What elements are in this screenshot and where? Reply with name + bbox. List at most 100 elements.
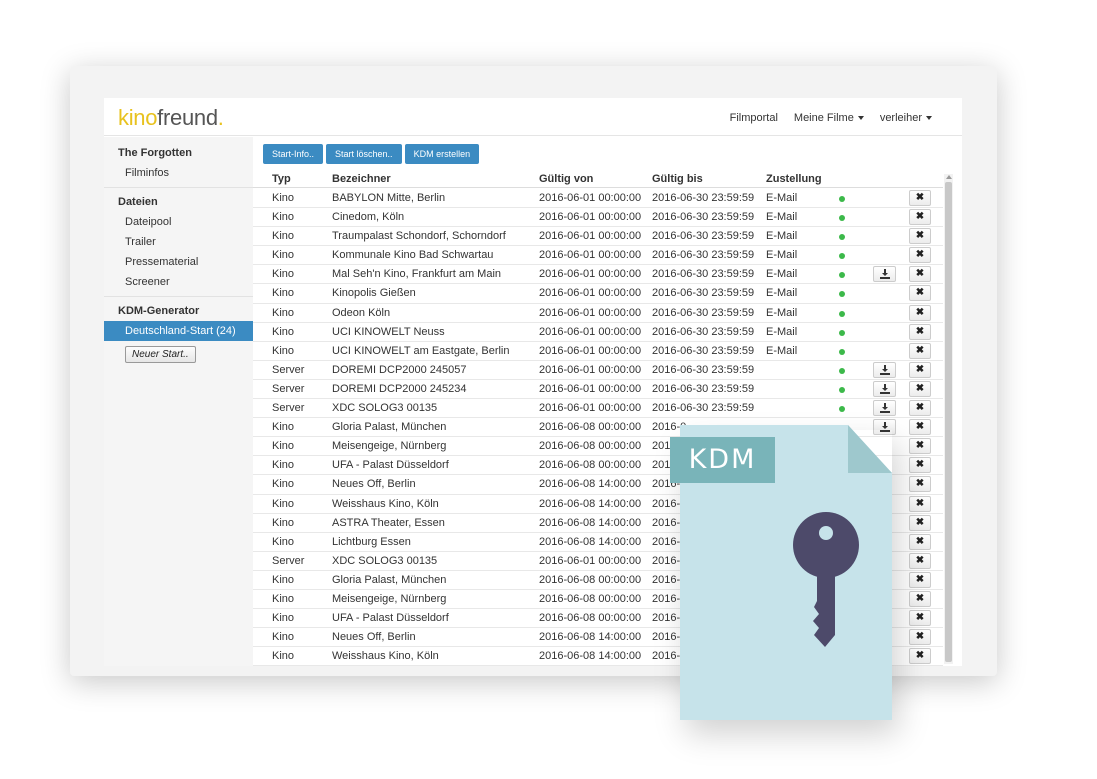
toolbar: Start-Info.. Start löschen.. KDM erstell… [263, 144, 480, 164]
table-row[interactable]: Server DOREMI DCP2000 245234 2016-06-01 00… [253, 380, 943, 400]
delete-button[interactable]: ✖ [909, 247, 931, 264]
cell-bezeichner: Weisshaus Kino, Köln [332, 497, 439, 510]
delete-button[interactable]: ✖ [909, 648, 931, 665]
cell-bezeichner: ASTRA Theater, Essen [332, 516, 445, 529]
table-row[interactable]: Server XDC SOLOG3 00135 2016-06-01 00:00:0… [253, 399, 943, 419]
delete-button[interactable]: ✖ [909, 380, 931, 397]
cell-gueltig-von: 2016-06-01 00:00:00 [539, 344, 642, 357]
nav-filmportal[interactable]: Filmportal [730, 112, 778, 124]
cell-zustellung: E-Mail [766, 344, 798, 357]
table-row[interactable]: Kino Mal Seh'n Kino, Frankfurt am Main 201… [253, 265, 943, 285]
cell-gueltig-bis: 2016-06-30 23:59:59 [652, 249, 755, 262]
cell-gueltig-bis: 2016-06-30 23:59:59 [652, 306, 755, 319]
delete-button[interactable]: ✖ [909, 190, 931, 206]
status-dot-icon [839, 310, 845, 317]
cell-gueltig-bis: 2016-06-30 23:59:59 [652, 325, 755, 338]
status-dot-icon [839, 234, 845, 241]
cell-bezeichner: UCI KINOWELT Neuss [332, 325, 445, 338]
delete-button[interactable]: ✖ [909, 323, 931, 340]
status-dot-icon [839, 406, 845, 413]
kdm-create-button[interactable]: KDM erstellen [404, 144, 480, 164]
sidebar-group-dateien: Dateien [118, 196, 158, 208]
caret-down-icon [926, 116, 932, 121]
header-bezeichner[interactable]: Bezeichner [332, 173, 391, 185]
header-gueltig-bis[interactable]: Gültig bis [652, 173, 703, 185]
sidebar-item-screener[interactable]: Screener [125, 276, 170, 288]
sidebar-item-deutschland-start[interactable]: Deutschland-Start (24) [104, 321, 253, 341]
download-button[interactable] [873, 400, 896, 417]
table-row[interactable]: Kino Kommunale Kino Bad Schwartau 2016-06-… [253, 246, 943, 266]
delete-button[interactable]: ✖ [909, 552, 931, 569]
start-delete-button[interactable]: Start löschen.. [326, 144, 402, 164]
cell-gueltig-von: 2016-06-08 14:00:00 [539, 516, 642, 529]
table-row[interactable]: Kino Cinedom, Köln 2016-06-01 00:00:00 2016… [253, 208, 943, 228]
cell-typ: Kino [272, 573, 295, 586]
delete-button[interactable]: ✖ [909, 266, 931, 283]
cell-bezeichner: Traumpalast Schondorf, Schorndorf [332, 230, 506, 243]
table-row[interactable]: Kino Odeon Köln 2016-06-01 00:00:00 2016-06… [253, 304, 943, 323]
table-row[interactable]: Kino UCI KINOWELT am Eastgate, Berlin 2016… [253, 342, 943, 361]
header-zustellung[interactable]: Zustellung [766, 173, 822, 185]
delete-button[interactable]: ✖ [909, 629, 931, 646]
download-button[interactable] [873, 266, 896, 283]
delete-button[interactable]: ✖ [909, 476, 931, 493]
delete-button[interactable]: ✖ [909, 285, 931, 302]
cell-gueltig-bis: 201 [652, 459, 671, 472]
delete-button[interactable]: ✖ [909, 610, 931, 627]
cell-gueltig-von: 2016-06-01 00:00:00 [539, 363, 642, 376]
nav-verleiher[interactable]: verleiher [880, 112, 932, 124]
sidebar: The Forgotten Filminfos Dateien Dateipoo… [104, 137, 253, 666]
download-button[interactable] [873, 380, 896, 397]
cell-typ: Kino [272, 535, 295, 548]
table-row[interactable]: Kino Traumpalast Schondorf, Schorndorf 201… [253, 227, 943, 247]
new-start-button[interactable]: Neuer Start.. [125, 346, 196, 363]
delete-button[interactable]: ✖ [909, 457, 931, 474]
table-row[interactable]: Server DOREMI DCP2000 245057 2016-06-01 00… [253, 361, 943, 380]
cell-gueltig-bis: 2016-06-30 23:59:59 [652, 402, 755, 415]
table-row[interactable]: Kino UCI KINOWELT Neuss 2016-06-01 00:00:0… [253, 323, 943, 342]
delete-button[interactable]: ✖ [909, 514, 931, 531]
delete-button[interactable]: ✖ [909, 400, 931, 417]
sidebar-film-title[interactable]: The Forgotten [118, 147, 192, 159]
delete-button[interactable]: ✖ [909, 228, 931, 245]
sidebar-item-dateipool[interactable]: Dateipool [125, 216, 171, 228]
delete-button[interactable]: ✖ [909, 590, 931, 607]
scroll-thumb[interactable] [945, 182, 952, 662]
scroll-up-arrow-icon[interactable] [946, 175, 952, 179]
download-button[interactable] [873, 361, 896, 378]
cell-gueltig-von: 2016-06-08 14:00:00 [539, 631, 642, 644]
sidebar-item-pressematerial[interactable]: Pressematerial [125, 256, 198, 268]
delete-button[interactable]: ✖ [909, 304, 931, 321]
cell-gueltig-von: 2016-06-08 14:00:00 [539, 478, 642, 491]
table-row[interactable]: Kino BABYLON Mitte, Berlin 2016-06-01 00:0… [253, 189, 943, 209]
status-dot-icon [839, 291, 845, 298]
cell-bezeichner: DOREMI DCP2000 245057 [332, 363, 467, 376]
logo-freund: freund [157, 105, 218, 130]
table-row[interactable]: Kino Kinopolis Gießen 2016-06-01 00:00:00 2… [253, 284, 943, 304]
sidebar-item-trailer[interactable]: Trailer [125, 236, 156, 248]
cell-typ: Kino [272, 211, 295, 224]
table-scrollbar[interactable] [944, 174, 953, 664]
start-info-button[interactable]: Start-Info.. [263, 144, 324, 164]
delete-button[interactable]: ✖ [909, 209, 931, 226]
delete-button[interactable]: ✖ [909, 438, 931, 455]
delete-button[interactable]: ✖ [909, 571, 931, 588]
delete-button[interactable]: ✖ [909, 419, 931, 436]
cell-zustellung: E-Mail [766, 325, 798, 338]
cell-bezeichner: Odeon Köln [332, 306, 391, 319]
cell-gueltig-von: 2016-06-01 00:00:00 [539, 325, 642, 338]
delete-button[interactable]: ✖ [909, 495, 931, 512]
cell-gueltig-bis: 2016-06-30 23:59:59 [652, 230, 755, 243]
delete-button[interactable]: ✖ [909, 533, 931, 550]
delete-button[interactable]: ✖ [909, 342, 931, 359]
header-typ[interactable]: Typ [272, 173, 291, 185]
sidebar-item-filminfos[interactable]: Filminfos [125, 167, 169, 179]
cell-gueltig-bis: 2016-06-30 23:59:59 [652, 363, 755, 376]
kinofreund-logo[interactable]: kinofreund. [118, 105, 224, 131]
header-gueltig-von[interactable]: Gültig von [539, 173, 593, 185]
delete-button[interactable]: ✖ [909, 361, 931, 378]
top-nav: Filmportal Meine Filme verleiher [730, 112, 932, 124]
nav-meine-filme[interactable]: Meine Filme [794, 112, 864, 124]
cell-bezeichner: Mal Seh'n Kino, Frankfurt am Main [332, 268, 502, 281]
cell-bezeichner: BABYLON Mitte, Berlin [332, 192, 446, 204]
